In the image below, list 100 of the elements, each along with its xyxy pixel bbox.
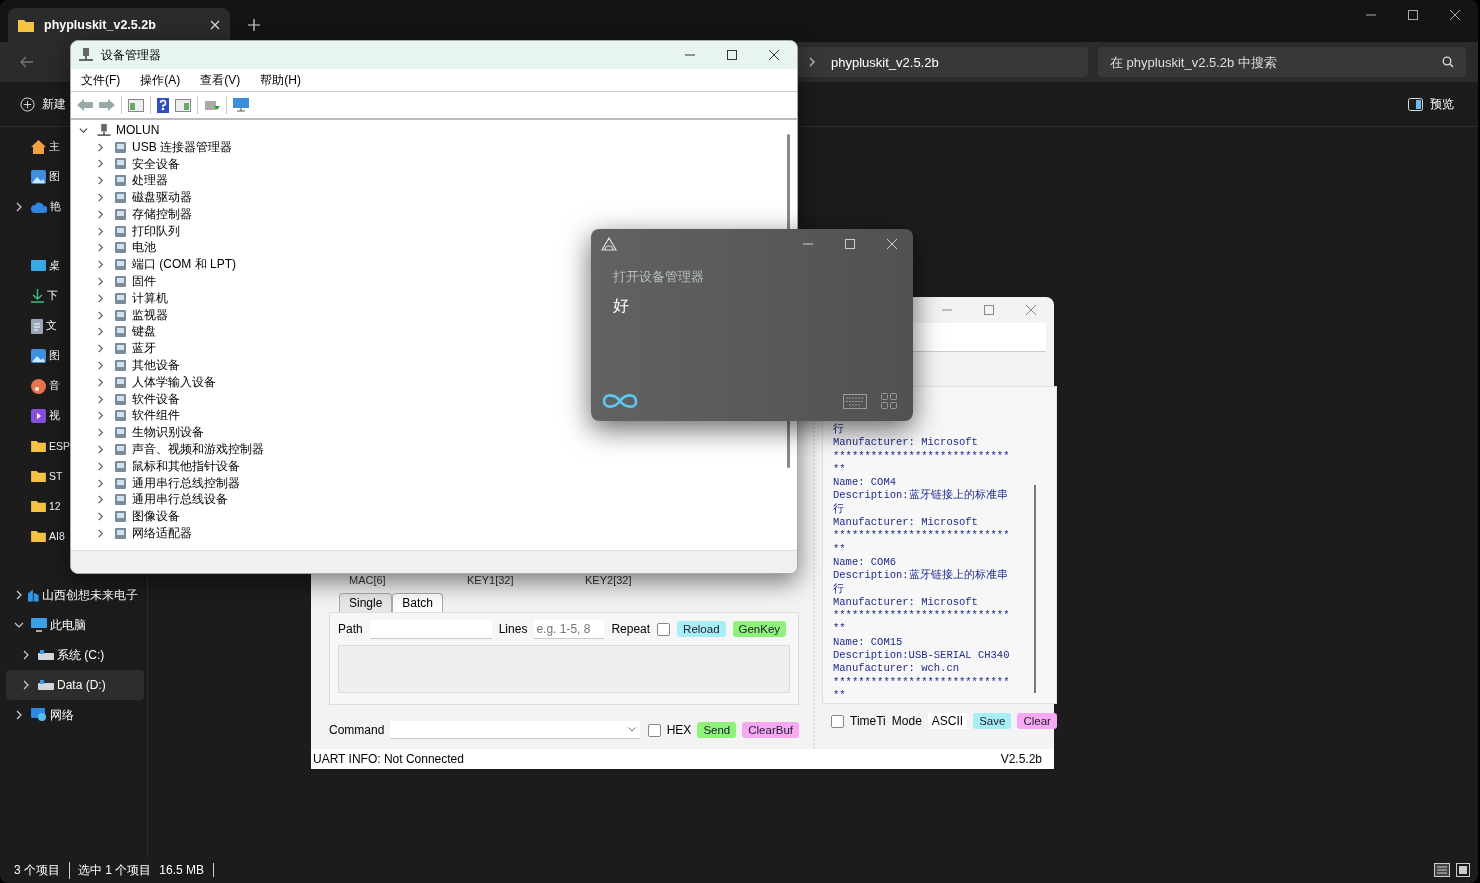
log-line: Manufacturer: Microsoft [833,436,979,450]
action-button[interactable]: Save [973,713,1012,729]
tree-item[interactable]: 软件设备 [71,390,180,408]
action-button[interactable]: GenKey [732,621,787,637]
sidebar-item[interactable]: 图 [6,341,60,371]
log-line: ** [833,462,847,477]
tree-item[interactable]: 计算机 [71,289,168,307]
checkbox-label: TimeTi [850,714,886,728]
log-line: Name: COM15 [833,635,904,650]
tab[interactable]: Single [339,593,393,612]
log-line: **************************** [833,609,1011,623]
tree-item[interactable]: 键盘 [71,323,156,341]
log-line: **************************** [833,675,1011,689]
tree-item[interactable]: 软件组件 [71,407,180,425]
sidebar-item[interactable]: 山西创想未来电子 [6,580,144,610]
tree-item[interactable]: 人体学输入设备 [71,373,216,391]
version-text: V2.5.2b [1000,752,1042,766]
status-text: UART INFO: Not Connected [313,752,464,766]
tree-item[interactable]: MOLUN [71,122,160,139]
tree-item[interactable]: 存储控制器 [71,206,192,223]
tree-item[interactable]: 处理器 [71,172,168,190]
mode-select[interactable]: ASCII [927,713,968,729]
status-text: 选中 1 个项目 [78,861,152,879]
sidebar-item[interactable]: 艳 [6,192,61,222]
sidebar-item[interactable]: ST [6,461,63,491]
tree-item[interactable]: 磁盘驱动器 [71,189,192,206]
tree-item[interactable]: 生物识别设备 [71,424,204,442]
action-button[interactable]: Reload [677,621,726,637]
field-label: Lines [498,622,528,636]
search-field[interactable]: 在 phypluskit_v2.5.2b 中搜索 [1098,47,1466,77]
log-line: ** [833,688,847,703]
log-line: ** [833,542,847,556]
sidebar-item[interactable]: 系统 (C:) [6,640,144,670]
sidebar-item[interactable]: 音 [6,371,60,401]
new-button[interactable]: 新建 [16,91,70,117]
sidebar-item[interactable]: 图 [6,162,60,192]
log-line: Name: COM4 [833,476,897,490]
sidebar-item[interactable]: 网络 [6,700,144,730]
tree-item[interactable]: 端口 (COM 和 LPT) [71,256,236,274]
sidebar-item[interactable]: 此电脑 [6,610,144,640]
tree-item[interactable]: 鼠标和其他指针设备 [71,457,240,475]
tree-item[interactable]: 通用串行总线控制器 [71,474,240,492]
field-label: Command [329,723,385,737]
checkbox-label: HEX [666,723,692,737]
tree-item[interactable]: 通用串行总线设备 [71,491,228,509]
column-header: MAC[6] [349,574,387,586]
log-line: 行 [833,502,845,517]
menu-item[interactable]: 帮助(H) [254,71,307,89]
breadcrumb-item[interactable]: phypluskit_v2.5.2b [831,54,939,70]
sidebar-item[interactable]: 桌 [6,251,60,281]
menu-item[interactable]: 查看(V) [194,71,247,89]
log-line: Manufacturer: Microsoft [833,595,979,610]
status-text: 3 个项目 [14,861,70,879]
tree-item[interactable]: 电池 [71,239,156,257]
log-line: **************************** [833,449,1011,463]
menu-item[interactable]: 操作(A) [134,71,187,89]
tree-item[interactable]: 蓝牙 [71,340,156,358]
log-line: Description:USB-SERIAL CH340 [833,649,1011,663]
tree-item[interactable]: 监视器 [71,306,168,324]
tree-item[interactable]: USB 连接器管理器 [71,138,232,156]
field-label: Mode [891,714,922,728]
log-line: Description:蓝牙链接上的标准串 [833,489,1009,503]
log-line: **************************** [833,529,1011,543]
tab[interactable]: Batch [392,593,444,612]
log-line: Manufacturer: Microsoft [833,516,979,530]
status-text: 16.5 MB [159,863,215,877]
tree-item[interactable]: 声音、视频和游戏控制器 [71,441,264,458]
sidebar-item[interactable]: AI8 [6,521,65,551]
log-line: ** [833,622,847,636]
sidebar-item[interactable]: ESP [6,431,70,461]
log-line: 行 [833,582,845,596]
window-title: 设备管理器 [101,46,162,64]
preview-button[interactable]: 预览 [1404,91,1458,117]
tree-item[interactable]: 其他设备 [71,357,180,374]
sidebar-item[interactable]: 视 [6,401,60,431]
log-line: Name: COM6 [833,555,897,570]
action-button[interactable]: Send [697,722,737,738]
tree-item[interactable]: 网络适配器 [71,525,192,542]
column-header: KEY1[32] [467,574,515,586]
tree-item[interactable]: 打印队列 [71,222,180,240]
column-header: KEY2[32] [585,574,633,586]
sidebar-item[interactable]: 主 [6,132,60,162]
address-bar[interactable]: phypluskit_v2.5.2b [797,47,1088,77]
log-line: Description:蓝牙链接上的标准串 [833,569,1009,583]
action-button[interactable]: ClearBuf [742,722,799,738]
field-label: Repeat [611,622,651,636]
explorer-tab[interactable]: phypluskit_v2.5.2b [8,8,230,42]
assistant-message: 好 [613,296,630,316]
sidebar-item[interactable]: Data (D:) [6,670,144,700]
tree-item[interactable]: 固件 [71,273,156,290]
lines-field[interactable]: e.g. 1-5, 8 [534,619,605,639]
tree-item[interactable]: 图像设备 [71,508,180,526]
sidebar-item[interactable]: 文 [6,311,57,341]
sidebar-item[interactable]: 12 [6,491,61,521]
field-label: Path [338,622,363,636]
menu-item[interactable]: 文件(F) [75,71,127,89]
user-message: 打开设备管理器 [613,268,705,286]
tree-item[interactable]: 安全设备 [71,155,180,173]
sidebar-item[interactable]: 下 [6,281,58,311]
action-button[interactable]: Clear [1017,713,1057,729]
